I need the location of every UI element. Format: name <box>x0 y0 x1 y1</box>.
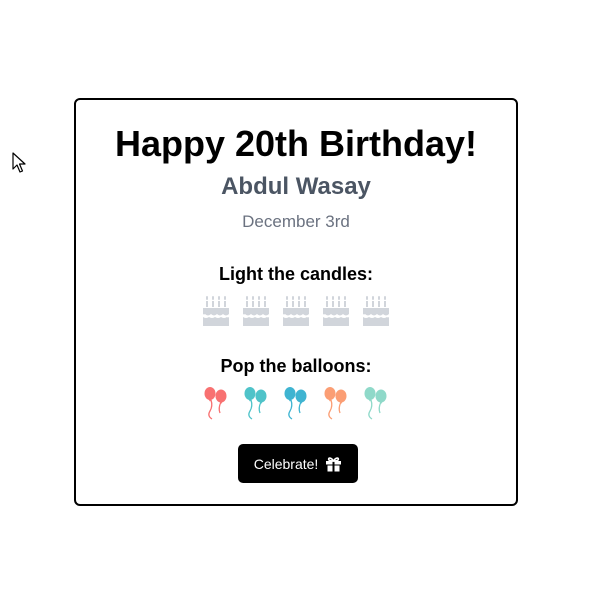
cake-candle-button[interactable] <box>281 294 311 328</box>
cake-candle-button[interactable] <box>241 294 271 328</box>
celebrate-button[interactable]: Celebrate! <box>238 444 358 483</box>
cake-icon <box>283 296 309 326</box>
balloons-icon <box>284 387 307 420</box>
cake-icon <box>203 296 229 326</box>
balloons-icon <box>244 387 267 420</box>
page: Happy 20th Birthday! Abdul Wasay Decembe… <box>0 0 601 601</box>
balloon-button[interactable] <box>321 386 351 420</box>
mouse-cursor-icon <box>12 152 26 173</box>
birthday-card: Happy 20th Birthday! Abdul Wasay Decembe… <box>74 98 518 506</box>
cake-icon <box>363 296 389 326</box>
cake-candle-button[interactable] <box>361 294 391 328</box>
balloons-icon <box>324 387 347 420</box>
balloon-button[interactable] <box>281 386 311 420</box>
cake-candle-button[interactable] <box>321 294 351 328</box>
balloons-icon <box>204 387 227 420</box>
candles-heading: Light the candles: <box>218 264 373 284</box>
balloon-button[interactable] <box>361 386 391 420</box>
candles-row <box>76 294 516 328</box>
card-title: Happy 20th Birthday! <box>114 123 478 164</box>
balloons-icon <box>364 387 387 420</box>
birthday-date: December 3rd <box>242 212 350 231</box>
balloons-heading: Pop the balloons: <box>220 356 372 376</box>
celebrate-button-label: Celebrate! <box>253 455 319 472</box>
cake-icon <box>323 296 349 326</box>
balloon-button[interactable] <box>241 386 271 420</box>
cake-icon <box>243 296 269 326</box>
balloon-button[interactable] <box>201 386 231 420</box>
cake-candle-button[interactable] <box>201 294 231 328</box>
gift-icon <box>326 456 342 471</box>
person-name: Abdul Wasay <box>221 173 371 200</box>
balloons-row <box>76 386 516 420</box>
